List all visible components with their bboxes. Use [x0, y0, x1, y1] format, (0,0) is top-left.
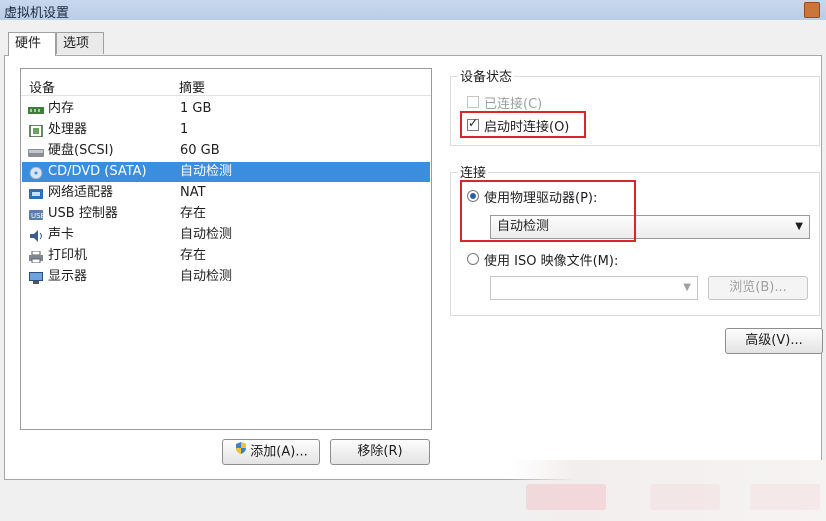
remove-device-label: 移除(R) — [357, 444, 403, 459]
display-icon — [28, 271, 44, 284]
device-list-header: 设备 摘要 — [21, 69, 431, 96]
device-summary: 自动检测 — [180, 269, 233, 284]
device-name: 声卡 — [48, 227, 75, 242]
usb-icon: USB — [28, 208, 46, 220]
connected-checkbox[interactable] — [467, 96, 479, 108]
add-device-label: 添加(A)... — [250, 444, 308, 460]
device-row-display[interactable]: 显示器 自动检测 — [22, 267, 430, 287]
device-row-harddisk[interactable]: 硬盘(SCSI) 60 GB — [22, 141, 430, 161]
processor-icon — [28, 124, 44, 138]
device-summary: 存在 — [180, 248, 207, 263]
device-row-processor[interactable]: 处理器 1 — [22, 120, 430, 140]
vm-settings-window: 虚拟机设置 硬件 选项 设备 摘要 内存 1 GB 处理器 1 硬盘(SCSI)… — [0, 0, 826, 521]
tab-options-label: 选项 — [63, 36, 90, 51]
device-summary: 存在 — [180, 206, 207, 221]
device-name: CD/DVD (SATA) — [48, 164, 147, 179]
device-summary: 自动检测 — [180, 227, 233, 242]
column-summary[interactable]: 摘要 — [179, 77, 205, 96]
device-summary: 60 GB — [180, 143, 220, 158]
cd-dvd-icon — [28, 166, 44, 180]
shield-icon — [234, 440, 248, 464]
window-title: 虚拟机设置 — [4, 6, 70, 21]
device-status-label: 设备状态 — [458, 66, 515, 85]
advanced-label: 高级(V)... — [745, 333, 803, 348]
connected-label: 已连接(C) — [484, 97, 543, 112]
device-row-network-adapter[interactable]: 网络适配器 NAT — [22, 183, 430, 203]
use-iso-radio[interactable] — [467, 253, 479, 265]
device-row-usb-controller[interactable]: USB USB 控制器 存在 — [22, 204, 430, 224]
chevron-down-icon: ▼ — [795, 221, 803, 232]
device-summary: 1 GB — [180, 101, 212, 116]
cancel-button[interactable] — [650, 484, 720, 510]
tab-hardware-label: 硬件 — [15, 36, 42, 51]
svg-text:USB: USB — [31, 212, 44, 220]
memory-icon — [28, 103, 44, 115]
device-name: 网络适配器 — [48, 185, 114, 200]
help-button[interactable] — [750, 484, 820, 510]
device-row-cd-dvd[interactable]: CD/DVD (SATA) 自动检测 — [22, 162, 430, 182]
device-name: 处理器 — [48, 122, 88, 137]
device-summary: NAT — [180, 185, 206, 200]
device-summary: 自动检测 — [180, 164, 233, 179]
tab-hardware[interactable]: 硬件 — [8, 32, 56, 56]
chevron-down-icon: ▼ — [683, 282, 691, 293]
remove-device-button[interactable]: 移除(R) — [330, 439, 430, 465]
device-list[interactable]: 设备 摘要 内存 1 GB 处理器 1 硬盘(SCSI) 60 GB CD/DV… — [20, 68, 432, 430]
tab-options[interactable]: 选项 — [56, 32, 104, 54]
iso-path-select[interactable]: ▼ — [490, 276, 698, 300]
ok-button[interactable] — [526, 484, 606, 510]
use-iso-label: 使用 ISO 映像文件(M): — [484, 254, 619, 269]
device-name: 硬盘(SCSI) — [48, 143, 114, 158]
connection-label: 连接 — [458, 162, 489, 181]
device-name: 显示器 — [48, 269, 88, 284]
printer-icon — [28, 250, 44, 264]
add-device-button[interactable]: 添加(A)... — [222, 439, 320, 465]
device-name: USB 控制器 — [48, 206, 118, 221]
dialog-footer-buttons — [510, 460, 826, 521]
sound-card-icon — [28, 229, 44, 242]
close-icon[interactable] — [804, 2, 820, 18]
highlight-box-physical-drive — [460, 180, 636, 242]
harddisk-icon — [28, 145, 44, 157]
column-device[interactable]: 设备 — [29, 77, 55, 96]
advanced-button[interactable]: 高级(V)... — [725, 328, 823, 354]
title-bar: 虚拟机设置 — [0, 0, 826, 21]
device-name: 内存 — [48, 101, 75, 116]
device-name: 打印机 — [48, 248, 88, 263]
network-adapter-icon — [28, 187, 44, 199]
device-row-printer[interactable]: 打印机 存在 — [22, 246, 430, 266]
device-row-memory[interactable]: 内存 1 GB — [22, 99, 430, 119]
device-summary: 1 — [180, 122, 189, 137]
browse-label: 浏览(B)... — [729, 280, 787, 295]
browse-button[interactable]: 浏览(B)... — [708, 276, 808, 300]
device-row-sound-card[interactable]: 声卡 自动检测 — [22, 225, 430, 245]
highlight-box-power-on — [460, 111, 586, 138]
